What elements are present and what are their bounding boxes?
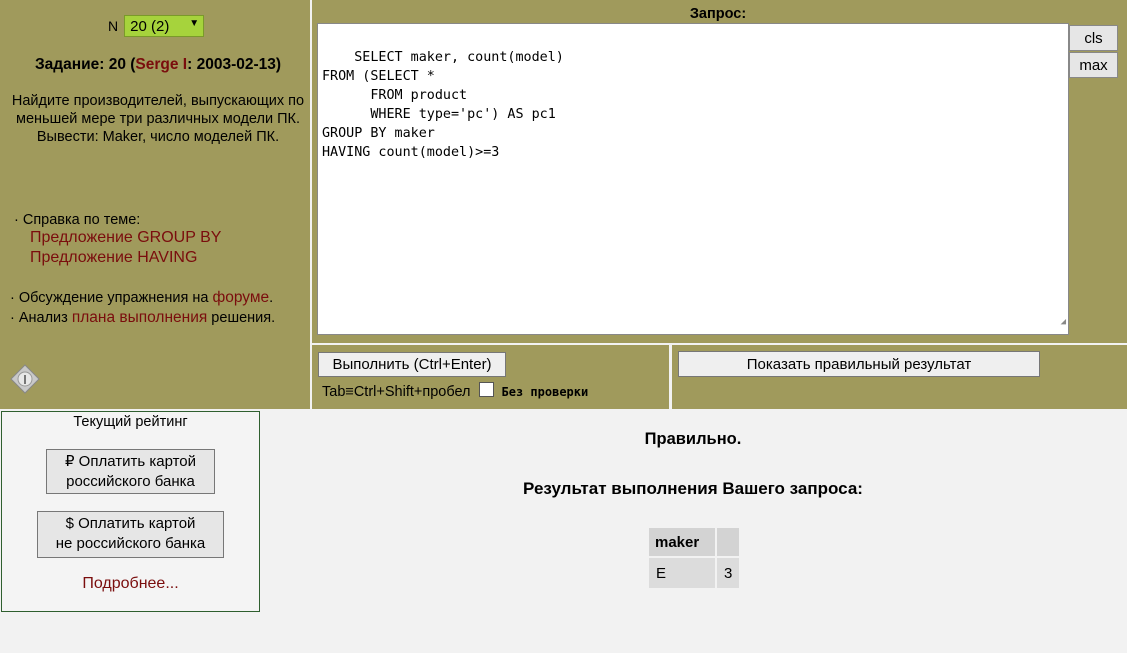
pay-ru-line1: ₽ Оплатить картой bbox=[64, 453, 197, 470]
author-link[interactable]: Serge I bbox=[135, 56, 187, 73]
forum-line: · Обсуждение упражнения на форуме. bbox=[10, 288, 303, 308]
more-link[interactable]: Подробнее... bbox=[2, 575, 259, 593]
task-panel: N 20 (2) ▼ Задание: 20 (Serge I: 2003-02… bbox=[0, 0, 310, 409]
rating-box: Текущий рейтинг ₽ Оплатить картой россий… bbox=[1, 411, 260, 612]
forum-suffix: . bbox=[269, 290, 274, 306]
discussion-section: · Обсуждение упражнения на форуме. · Ана… bbox=[10, 288, 303, 328]
pay-russian-card-button[interactable]: ₽ Оплатить картой российского банка bbox=[46, 449, 215, 494]
no-check-label: Без проверки bbox=[501, 385, 589, 399]
show-result-panel: Показать правильный результат bbox=[672, 345, 1127, 409]
sql-editor[interactable]: SELECT maker, count(model) FROM (SELECT … bbox=[317, 23, 1069, 335]
info-icon[interactable] bbox=[10, 364, 40, 394]
cell-maker: E bbox=[649, 558, 715, 588]
result-status: Правильно. bbox=[644, 430, 742, 448]
result-title: Результат выполнения Вашего запроса: bbox=[523, 479, 863, 498]
n-label: N bbox=[108, 18, 119, 34]
help-label: · Справка по теме: bbox=[14, 212, 141, 228]
cls-button[interactable]: cls bbox=[1069, 25, 1118, 51]
table-header-row: maker bbox=[649, 528, 740, 556]
help-section: · Справка по теме: Предложение GROUP BY … bbox=[14, 212, 221, 268]
exercise-selector-row: N 20 (2) ▼ bbox=[108, 15, 205, 37]
sql-text: SELECT maker, count(model) FROM (SELECT … bbox=[322, 50, 564, 160]
pay-foreign-line2: не российского банка bbox=[55, 535, 206, 552]
task-heading: Задание: 20 (Serge I: 2003-02-13) bbox=[10, 55, 306, 74]
show-correct-result-button[interactable]: Показать правильный результат bbox=[678, 351, 1040, 377]
column-header-maker: maker bbox=[649, 528, 715, 556]
forum-link[interactable]: форуме bbox=[212, 289, 269, 306]
pay-foreign-card-button[interactable]: $ Оплатить картой не российского банка bbox=[37, 511, 224, 558]
tab-hint-row: Tab≡Ctrl+Shift+пробел Без проверки bbox=[322, 381, 589, 400]
max-button[interactable]: max bbox=[1069, 52, 1118, 78]
table-row: E 3 bbox=[649, 558, 740, 588]
column-header-count bbox=[717, 528, 740, 556]
run-button[interactable]: Выполнить (Ctrl+Enter) bbox=[318, 352, 506, 377]
task-description: Найдите производителей, выпускающих по м… bbox=[11, 93, 305, 145]
plan-suffix: решения. bbox=[207, 310, 276, 326]
pay-ru-line2: российского банка bbox=[66, 473, 195, 490]
result-table: maker E 3 bbox=[647, 526, 741, 590]
plan-line: · Анализ плана выполнения решения. bbox=[10, 308, 303, 328]
query-title: Запрос: bbox=[689, 6, 747, 22]
task-label: Задание: 20 ( bbox=[34, 56, 136, 73]
chevron-down-icon: ▼ bbox=[189, 18, 200, 29]
execute-panel: Выполнить (Ctrl+Enter) Tab≡Ctrl+Shift+пр… bbox=[312, 345, 669, 409]
plan-prefix: · Анализ bbox=[10, 310, 72, 326]
cell-count: 3 bbox=[717, 558, 740, 588]
resize-handle-icon[interactable]: ◢ bbox=[1061, 313, 1066, 332]
pay-foreign-line1: $ Оплатить картой bbox=[65, 515, 196, 532]
help-link-group-by[interactable]: Предложение GROUP BY bbox=[30, 228, 221, 248]
task-date: : 2003-02-13) bbox=[187, 56, 282, 73]
plan-link[interactable]: плана выполнения bbox=[72, 309, 207, 326]
no-check-checkbox[interactable] bbox=[478, 381, 494, 397]
help-link-having[interactable]: Предложение HAVING bbox=[30, 248, 221, 268]
tab-hint: Tab≡Ctrl+Shift+пробел bbox=[322, 384, 471, 400]
query-panel: Запрос: SELECT maker, count(model) FROM … bbox=[312, 0, 1127, 343]
rating-title: Текущий рейтинг bbox=[73, 414, 188, 430]
forum-prefix: · Обсуждение упражнения на bbox=[10, 290, 213, 306]
exercise-select[interactable]: 20 (2) ▼ bbox=[124, 15, 205, 37]
exercise-select-value: 20 (2) bbox=[130, 17, 170, 35]
